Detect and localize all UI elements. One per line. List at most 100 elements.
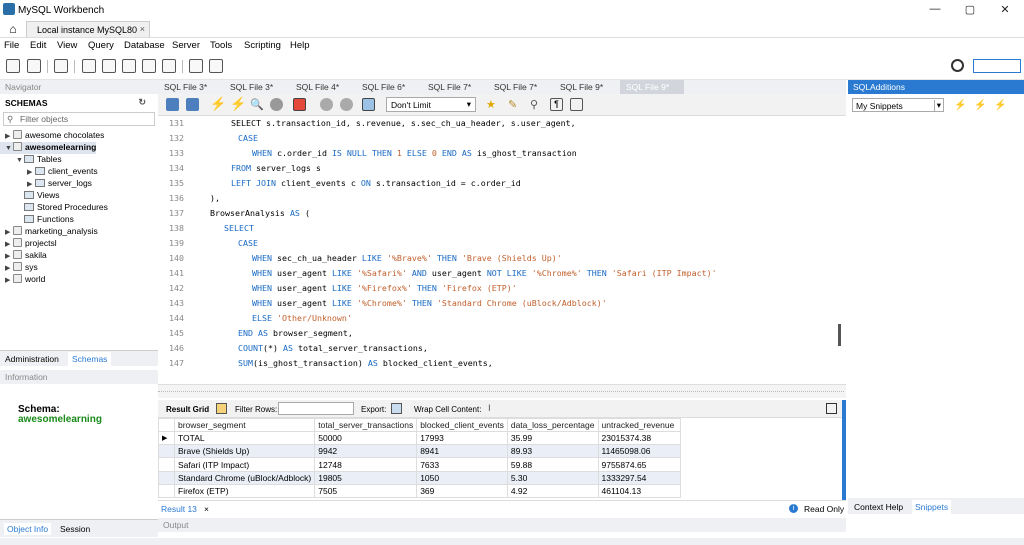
table-cell[interactable]: 5.30 — [506, 470, 599, 485]
commit-icon[interactable] — [320, 98, 333, 111]
menu-file[interactable]: File — [4, 40, 19, 51]
snippets-select[interactable]: My Snippets ▾ — [852, 98, 944, 112]
table-cell[interactable]: 12748 — [314, 457, 418, 472]
toggle-stop-on-error-icon[interactable] — [293, 98, 306, 111]
close-tab-icon[interactable]: × — [140, 24, 145, 34]
tab-snippets[interactable]: Snippets — [912, 500, 952, 514]
export-icon[interactable] — [391, 403, 402, 414]
table-cell[interactable]: 50000 — [314, 431, 418, 446]
expand-arrow-icon[interactable]: ▶ — [5, 276, 13, 284]
table-row[interactable]: Brave (Shields Up) 9942 8941 89.93 11465098.… — [158, 444, 846, 459]
table-cell[interactable]: 35.99 — [506, 431, 599, 446]
table-cell[interactable]: Brave (Shields Up) — [173, 444, 316, 459]
collapse-arrow-icon[interactable]: ▼ — [5, 145, 13, 152]
sql-file-tab[interactable]: SQL File 7* — [488, 80, 552, 94]
tab-session[interactable]: Session — [60, 524, 90, 534]
table-row[interactable]: Standard Chrome (uBlock/Adblock) 19805 105… — [158, 470, 846, 485]
execute-icon[interactable]: ⚡ — [210, 97, 226, 111]
menu-server[interactable]: Server — [172, 40, 200, 51]
tree-item[interactable]: ▶ sakila — [0, 250, 47, 262]
table-cell[interactable]: 9942 — [314, 444, 418, 459]
result-grid-label[interactable]: Result Grid — [166, 405, 209, 414]
expand-arrow-icon[interactable]: ▶ — [5, 264, 13, 272]
table-cell[interactable]: 4.92 — [506, 483, 599, 499]
stop-icon[interactable] — [270, 98, 283, 111]
column-header[interactable]: browser_segment — [173, 417, 316, 433]
beautify-icon[interactable]: ✎ — [508, 98, 521, 111]
tree-item[interactable]: ▶ server_logs — [0, 178, 92, 190]
table-cell[interactable]: Standard Chrome (uBlock/Adblock) — [173, 470, 316, 485]
table-cell[interactable]: 9755874.65 — [597, 457, 681, 472]
column-header[interactable]: data_loss_percentage — [506, 417, 599, 433]
column-header[interactable]: total_server_transactions — [314, 417, 418, 433]
tab-administration[interactable]: Administration — [5, 354, 59, 364]
tree-item[interactable]: Functions — [0, 214, 74, 226]
expand-arrow-icon[interactable]: ▶ — [27, 168, 35, 176]
column-header[interactable]: untracked_revenue — [597, 417, 681, 433]
menu-help[interactable]: Help — [290, 40, 310, 51]
find-icon[interactable]: ⚲ — [530, 98, 543, 111]
expand-arrow-icon[interactable]: ▶ — [5, 132, 13, 140]
editor-horizontal-scrollbar[interactable] — [158, 384, 846, 398]
menu-database[interactable]: Database — [124, 40, 165, 51]
snippet-execute-icon[interactable]: ⚡ — [994, 100, 1006, 112]
expand-arrow-icon[interactable]: ▶ — [5, 252, 13, 260]
save-icon[interactable] — [186, 98, 199, 111]
column-header[interactable]: blocked_client_events — [416, 417, 508, 433]
table-cell[interactable]: 7505 — [314, 483, 418, 499]
table-cell[interactable]: Firefox (ETP) — [173, 483, 316, 499]
table-cell[interactable]: 7633 — [416, 457, 508, 472]
table-cell[interactable]: 1333297.54 — [597, 470, 681, 485]
settings-gear-icon[interactable] — [951, 59, 964, 72]
create-procedure-icon[interactable] — [142, 59, 156, 73]
open-file-icon[interactable] — [166, 98, 179, 111]
tab-object-info[interactable]: Object Info — [4, 523, 52, 535]
search-table-data-icon[interactable] — [189, 59, 203, 73]
grid-icon[interactable] — [216, 403, 227, 414]
menu-view[interactable]: View — [57, 40, 77, 51]
table-cell[interactable]: 59.88 — [506, 457, 599, 472]
sql-file-tab[interactable]: SQL File 9* — [620, 80, 684, 94]
tree-item[interactable]: ▼ Tables — [0, 154, 62, 166]
table-cell[interactable]: 89.93 — [506, 444, 599, 459]
snippet-insert-icon[interactable]: ⚡ — [954, 100, 966, 112]
close-button[interactable]: ✕ — [990, 3, 1020, 17]
expand-arrow-icon[interactable]: ▶ — [27, 180, 35, 188]
table-cell[interactable]: 369 — [416, 483, 508, 499]
output-panel-header[interactable]: Output — [158, 518, 846, 532]
table-cell[interactable]: 19805 — [314, 470, 418, 485]
table-row[interactable]: ▶ TOTAL 50000 17993 35.99 23015374.38 — [158, 431, 846, 446]
home-icon[interactable]: ⌂ — [5, 22, 21, 36]
sql-editor[interactable]: 131 SELECT s.transaction_id, s.revenue, s… — [158, 116, 838, 384]
tree-item[interactable]: Views — [0, 190, 60, 202]
result-tab[interactable]: Result 13 — [161, 504, 197, 514]
autocommit-icon[interactable] — [362, 98, 375, 111]
tree-item[interactable]: ▶ world — [0, 274, 45, 286]
tree-item[interactable]: ▼ awesomelearning — [0, 142, 97, 154]
rollback-icon[interactable] — [340, 98, 353, 111]
execute-current-icon[interactable]: ⚡ — [230, 97, 246, 111]
menu-edit[interactable]: Edit — [30, 40, 46, 51]
inspector-icon[interactable] — [54, 59, 68, 73]
table-cell[interactable]: 11465098.06 — [597, 444, 681, 459]
tree-item[interactable]: ▶ projectsl — [0, 238, 57, 250]
collapse-arrow-icon[interactable]: ▼ — [16, 157, 24, 164]
table-cell[interactable]: TOTAL — [173, 431, 316, 446]
sql-file-tab[interactable]: SQL File 4* — [290, 80, 354, 94]
new-sql-tab-icon[interactable] — [6, 59, 20, 73]
create-table-icon[interactable] — [102, 59, 116, 73]
reconnect-icon[interactable] — [209, 59, 223, 73]
tree-item[interactable]: ▶ sys — [0, 262, 38, 274]
maximize-button[interactable]: ▢ — [955, 3, 985, 17]
invisible-chars-icon[interactable]: ¶ — [550, 98, 563, 111]
close-result-icon[interactable]: × — [204, 504, 209, 514]
table-cell[interactable]: Safari (ITP Impact) — [173, 457, 316, 472]
table-cell[interactable]: 461104.13 — [597, 483, 681, 499]
tree-item[interactable]: Stored Procedures — [0, 202, 108, 214]
word-wrap-icon[interactable] — [570, 98, 583, 111]
sql-file-tab[interactable]: SQL File 6* — [356, 80, 420, 94]
panel-toggle-icon[interactable] — [826, 403, 837, 414]
menu-tools[interactable]: Tools — [210, 40, 232, 51]
layout-toggle-icon[interactable] — [973, 59, 1021, 73]
table-cell[interactable]: 23015374.38 — [597, 431, 681, 446]
